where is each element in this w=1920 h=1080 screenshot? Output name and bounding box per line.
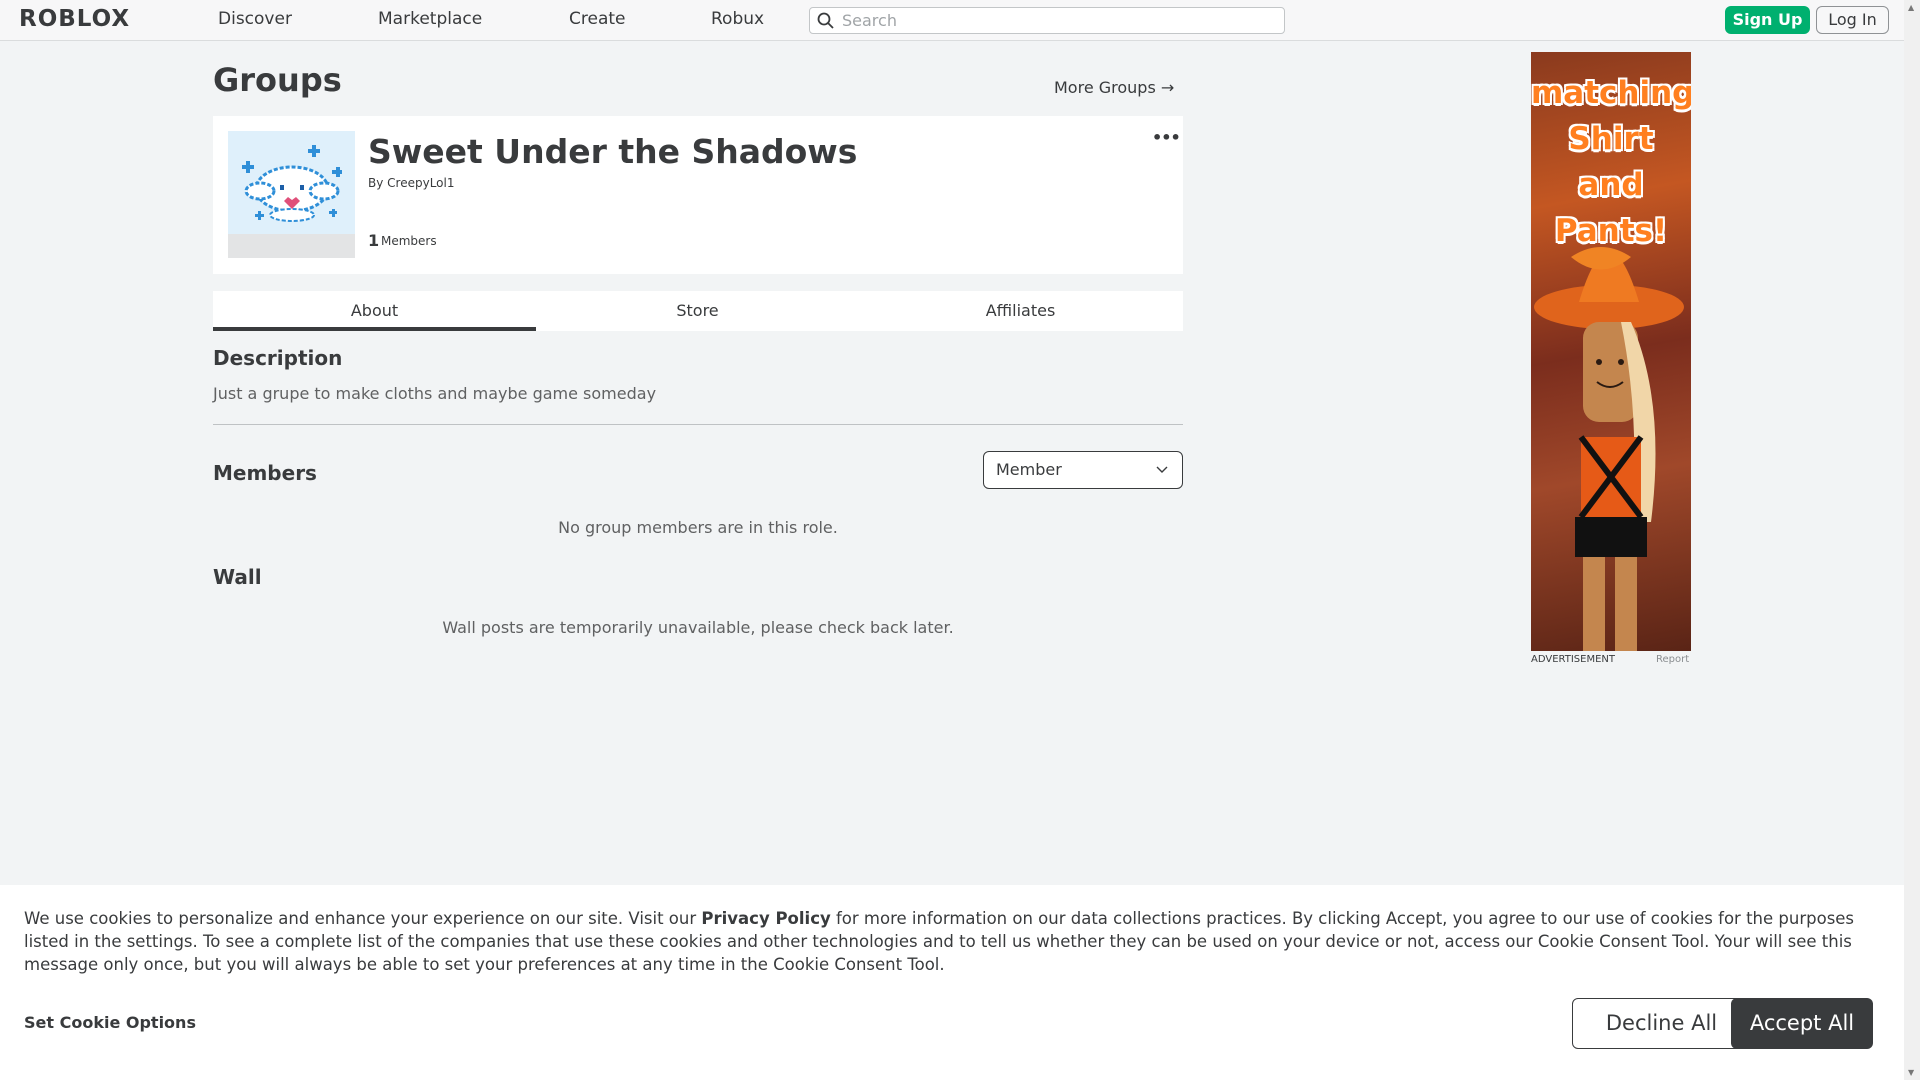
role-dropdown-value: Member — [996, 460, 1062, 479]
tab-about[interactable]: About — [213, 291, 536, 331]
group-emblem — [228, 131, 355, 258]
role-dropdown[interactable]: Member — [983, 451, 1183, 489]
cookie-message: We use cookies to personalize and enhanc… — [24, 909, 1855, 974]
set-cookie-options-link[interactable]: Set Cookie Options — [24, 1013, 196, 1032]
group-tabs: About Store Affiliates — [213, 291, 1183, 331]
search-input[interactable] — [842, 8, 1272, 32]
search-icon — [817, 12, 834, 29]
page-scrollbar[interactable]: ▲ ▼ — [1904, 0, 1920, 1080]
group-description: Just a grupe to make cloths and maybe ga… — [213, 384, 657, 403]
members-label: Members — [381, 234, 437, 248]
nav-robux[interactable]: Robux — [711, 9, 764, 29]
tab-affiliates[interactable]: Affiliates — [859, 291, 1182, 331]
nav-create[interactable]: Create — [569, 9, 626, 29]
privacy-policy-link[interactable]: Privacy Policy — [701, 909, 830, 928]
group-owner-link[interactable]: CreepyLol1 — [387, 176, 454, 190]
ad-report-link[interactable]: Report — [1656, 654, 1689, 665]
group-name: Sweet Under the Shadows — [368, 132, 858, 171]
scroll-up-arrow-icon[interactable]: ▲ — [1908, 3, 1914, 12]
scroll-down-arrow-icon[interactable]: ▼ — [1908, 1068, 1914, 1077]
description-heading: Description — [213, 346, 343, 370]
nav-discover[interactable]: Discover — [218, 9, 292, 29]
wall-heading: Wall — [213, 565, 262, 589]
cinnamoroll-emblem-icon — [242, 145, 342, 222]
group-header-card: Sweet Under the Shadows By CreepyLol1 1 … — [213, 116, 1183, 274]
nav-marketplace[interactable]: Marketplace — [378, 9, 482, 29]
ellipsis-icon[interactable]: ••• — [1152, 128, 1181, 147]
chevron-down-icon — [1156, 466, 1168, 473]
roblox-logo[interactable]: ROBLOX — [19, 6, 130, 32]
page-title: Groups — [213, 61, 342, 99]
by-prefix: By — [368, 176, 384, 190]
members-heading: Members — [213, 461, 317, 485]
ad-avatar-image — [1534, 247, 1684, 651]
top-navigation-bar: ROBLOX Discover Marketplace Create Robux… — [0, 0, 1904, 41]
member-count: 1 — [368, 231, 380, 250]
group-owner-line: By CreepyLol1 — [368, 176, 455, 190]
wall-unavailable-message: Wall posts are temporarily unavailable, … — [442, 618, 954, 637]
cookie-consent-banner: We use cookies to personalize and enhanc… — [0, 885, 1904, 1080]
advertisement-banner[interactable]: matching Shirt and Pants! — [1531, 52, 1691, 651]
log-in-button[interactable]: Log In — [1816, 6, 1889, 34]
more-groups-link[interactable]: More Groups → — [1054, 78, 1174, 97]
decline-all-button[interactable]: Decline All — [1572, 998, 1751, 1049]
members-empty-message: No group members are in this role. — [558, 518, 838, 537]
advertisement-label: ADVERTISEMENT — [1531, 654, 1616, 665]
search-box[interactable] — [809, 7, 1285, 34]
accept-all-button[interactable]: Accept All — [1731, 998, 1873, 1049]
sign-up-button[interactable]: Sign Up — [1725, 6, 1810, 34]
tab-store[interactable]: Store — [536, 291, 859, 331]
section-divider — [213, 424, 1183, 425]
